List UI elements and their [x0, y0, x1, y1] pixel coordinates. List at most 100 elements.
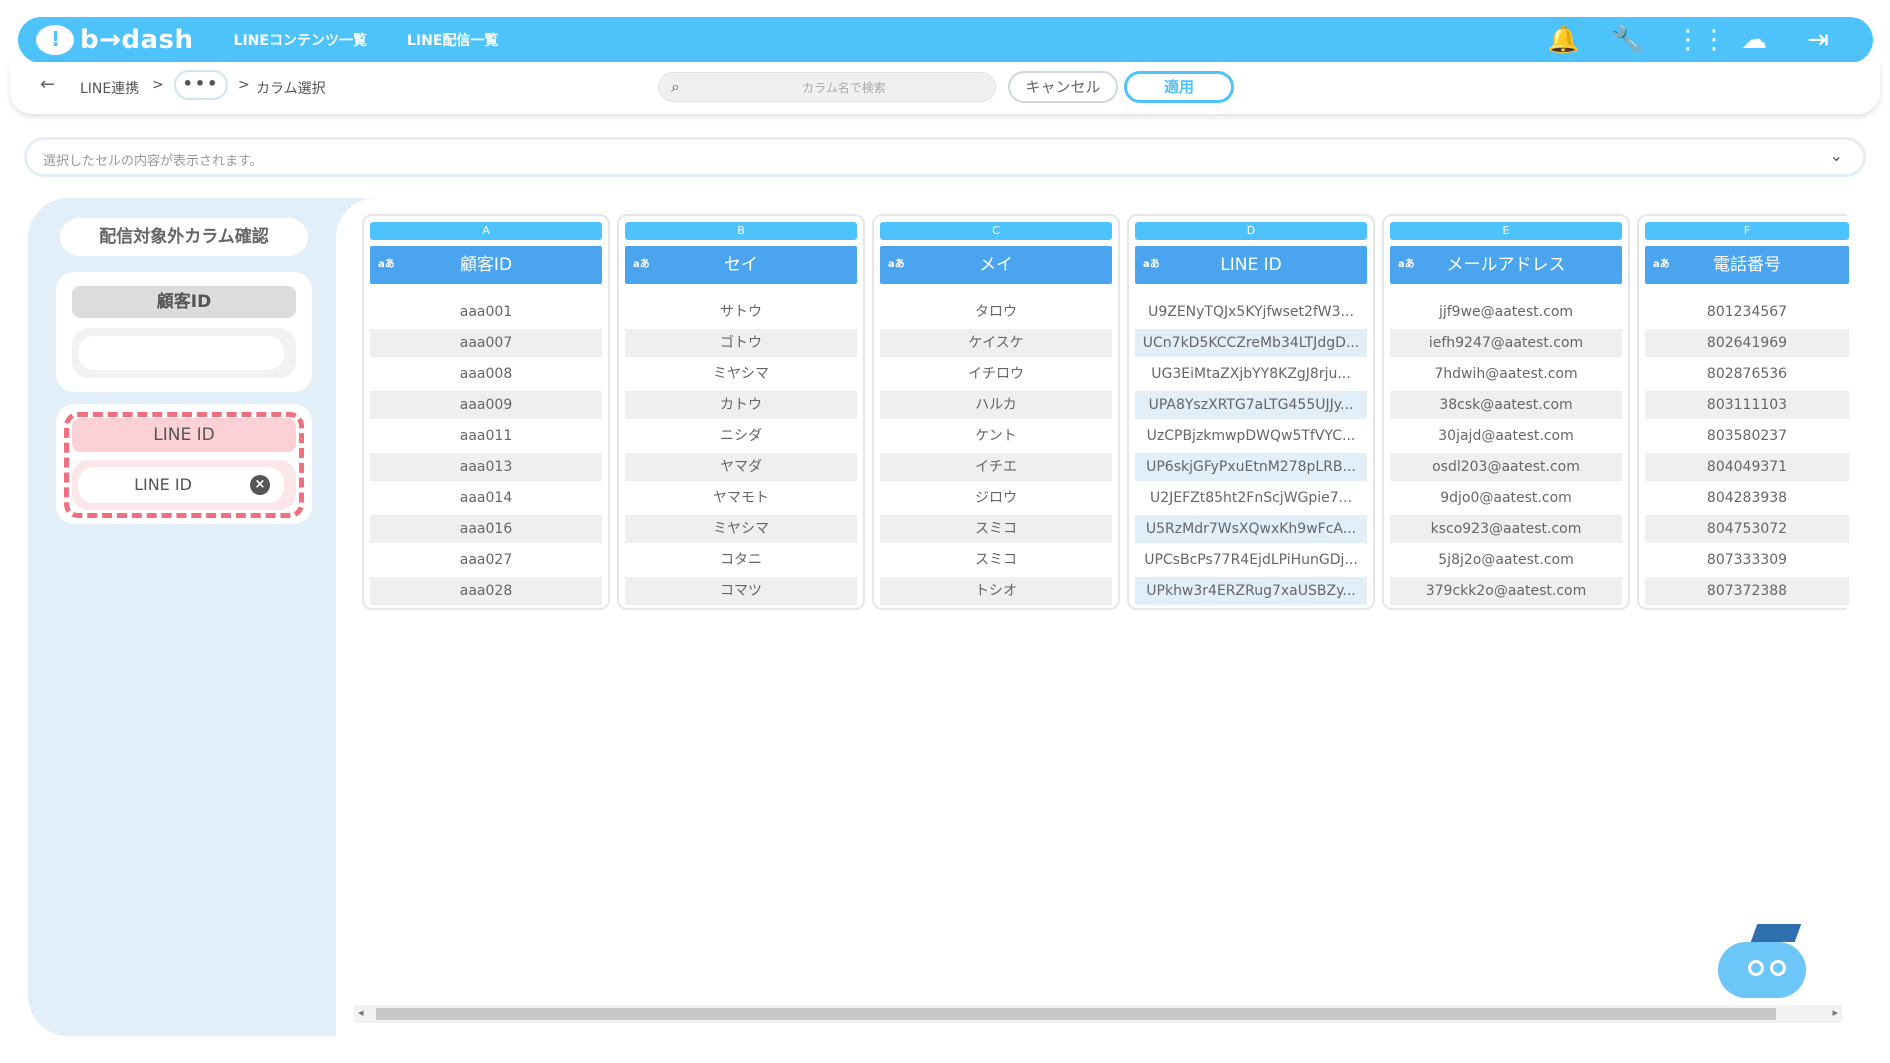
table-cell[interactable]: スミコ: [880, 515, 1112, 543]
table-cell[interactable]: UP6skjGFyPxuEtnM278pLRB...: [1135, 453, 1367, 481]
table-cell[interactable]: コタニ: [625, 546, 857, 574]
table-cell[interactable]: 807372388: [1645, 577, 1849, 605]
excluded-column-value[interactable]: [78, 336, 284, 370]
column-b[interactable]: Baあ セイ サトウ ゴトウ ミヤシマ カトウ ニシダ ヤマダ ヤマモト ミヤシマ コタニ コマツ: [617, 214, 865, 610]
logout-icon[interactable]: ⇥: [1803, 25, 1833, 55]
column-header[interactable]: aあ 顧客ID: [370, 246, 602, 284]
table-cell[interactable]: 804049371: [1645, 453, 1849, 481]
column-letter: A: [370, 222, 602, 240]
breadcrumb-more-button[interactable]: •••: [174, 70, 228, 100]
table-cell[interactable]: 30jajd@aatest.com: [1390, 422, 1622, 450]
nav-line-deliveries[interactable]: LINE配信一覧: [407, 30, 498, 50]
table-cell[interactable]: 803111103: [1645, 391, 1849, 419]
table-cell[interactable]: 804753072: [1645, 515, 1849, 543]
text-type-icon: aあ: [1653, 259, 1670, 270]
table-cell[interactable]: トシオ: [880, 577, 1112, 605]
table-cell[interactable]: ヤマモト: [625, 484, 857, 512]
grid-icon[interactable]: ⋮⋮: [1675, 25, 1727, 55]
horizontal-scrollbar[interactable]: ◂ ▸: [354, 1005, 1842, 1023]
scroll-left-icon[interactable]: ◂: [358, 1006, 364, 1019]
wrench-icon[interactable]: 🔧: [1611, 25, 1643, 55]
table-cell[interactable]: カトウ: [625, 391, 857, 419]
table-cell[interactable]: ksco923@aatest.com: [1390, 515, 1622, 543]
table-cell[interactable]: サトウ: [625, 298, 857, 326]
column-header[interactable]: aあ メールアドレス: [1390, 246, 1622, 284]
table-cell[interactable]: コマツ: [625, 577, 857, 605]
table-cell[interactable]: 38csk@aatest.com: [1390, 391, 1622, 419]
table-cell[interactable]: aaa007: [370, 329, 602, 357]
table-cell[interactable]: ジロウ: [880, 484, 1112, 512]
table-cell[interactable]: aaa001: [370, 298, 602, 326]
apply-button[interactable]: 適用: [1124, 71, 1234, 103]
table-cell[interactable]: UPA8YszXRTG7aLTG455UJJy...: [1135, 391, 1367, 419]
table-cell[interactable]: 7hdwih@aatest.com: [1390, 360, 1622, 388]
table-cell[interactable]: 9djo0@aatest.com: [1390, 484, 1622, 512]
table-cell[interactable]: aaa016: [370, 515, 602, 543]
table-cell[interactable]: ハルカ: [880, 391, 1112, 419]
support-icon[interactable]: ☁: [1739, 25, 1769, 55]
chevron-down-icon[interactable]: ⌄: [1830, 146, 1843, 165]
table-cell[interactable]: ケント: [880, 422, 1112, 450]
column-search-input[interactable]: [699, 78, 989, 98]
table-cell[interactable]: 802876536: [1645, 360, 1849, 388]
table-cell[interactable]: aaa008: [370, 360, 602, 388]
table-cell[interactable]: イチエ: [880, 453, 1112, 481]
column-header[interactable]: aあ LINE ID: [1135, 246, 1367, 284]
table-cell[interactable]: ミヤシマ: [625, 360, 857, 388]
table-cell[interactable]: 803580237: [1645, 422, 1849, 450]
table-cell[interactable]: UG3EiMtaZXjbYY8KZgJ8rju...: [1135, 360, 1367, 388]
table-cell[interactable]: ミヤシマ: [625, 515, 857, 543]
table-cell[interactable]: aaa013: [370, 453, 602, 481]
table-cell[interactable]: イチロウ: [880, 360, 1112, 388]
table-cell[interactable]: 801234567: [1645, 298, 1849, 326]
table-cell[interactable]: ケイスケ: [880, 329, 1112, 357]
table-cell[interactable]: aaa027: [370, 546, 602, 574]
excluded-column-chip[interactable]: LINE ID ×: [78, 467, 284, 503]
table-cell[interactable]: aaa014: [370, 484, 602, 512]
breadcrumb-line-integration[interactable]: LINE連携: [80, 78, 139, 98]
table-cell[interactable]: 5j8j2o@aatest.com: [1390, 546, 1622, 574]
table-cell[interactable]: 807333309: [1645, 546, 1849, 574]
table-cell[interactable]: aaa028: [370, 577, 602, 605]
column-d[interactable]: Daあ LINE ID U9ZENyTQJx5KYjfwset2fW3... UCn7…: [1127, 214, 1375, 610]
scrollbar-thumb[interactable]: [376, 1008, 1776, 1020]
table-cell[interactable]: 804283938: [1645, 484, 1849, 512]
table-cell[interactable]: スミコ: [880, 546, 1112, 574]
column-header[interactable]: aあ セイ: [625, 246, 857, 284]
table-cell[interactable]: U2JEFZt85ht2FnScjWGpie7...: [1135, 484, 1367, 512]
mascot-helper-icon[interactable]: [1714, 922, 1810, 1002]
table-cell[interactable]: UPCsBcPs77R4EjdLPiHunGDj...: [1135, 546, 1367, 574]
table-cell[interactable]: iefh9247@aatest.com: [1390, 329, 1622, 357]
table-cell[interactable]: U5RzMdr7WsXQwxKh9wFcA...: [1135, 515, 1367, 543]
table-cell[interactable]: osdl203@aatest.com: [1390, 453, 1622, 481]
table-cell[interactable]: UzCPBjzkmwpDWQw5TfVYC...: [1135, 422, 1367, 450]
column-f[interactable]: Faあ 電話番号 801234567 802641969 802876536 803111…: [1637, 214, 1849, 610]
nav-line-contents[interactable]: LINEコンテンツ一覧: [234, 30, 367, 50]
breadcrumb-column-select: カラム選択: [256, 81, 326, 97]
table-cell[interactable]: ニシダ: [625, 422, 857, 450]
table-cell[interactable]: UCn7kD5KCCZreMb34LTJdgD...: [1135, 329, 1367, 357]
table-cell[interactable]: jjf9we@aatest.com: [1390, 298, 1622, 326]
table-cell[interactable]: 379ckk2o@aatest.com: [1390, 577, 1622, 605]
excluded-column-drop-area: LINE ID ×: [72, 460, 296, 510]
cancel-button[interactable]: キャンセル: [1008, 71, 1118, 103]
table-cell[interactable]: aaa011: [370, 422, 602, 450]
table-cell[interactable]: タロウ: [880, 298, 1112, 326]
column-e[interactable]: Eaあ メールアドレス jjf9we@aatest.com iefh9247@aate…: [1382, 214, 1630, 610]
bell-icon[interactable]: 🔔: [1547, 25, 1579, 55]
table-cell[interactable]: UPkhw3r4ERZRug7xaUSBZy...: [1135, 577, 1367, 605]
column-header[interactable]: aあ 電話番号: [1645, 246, 1849, 284]
cell-preview-bar[interactable]: 選択したセルの内容が表示されます。 ⌄: [24, 137, 1866, 177]
column-a[interactable]: Aaあ 顧客ID aaa001 aaa007 aaa008 aaa009 aaa011 aaa…: [362, 214, 610, 610]
table-cell[interactable]: U9ZENyTQJx5KYjfwset2fW3...: [1135, 298, 1367, 326]
table-cell[interactable]: aaa009: [370, 391, 602, 419]
column-c[interactable]: Caあ メイ タロウ ケイスケ イチロウ ハルカ ケント イチエ ジロウ スミコ スミコ トシオ: [872, 214, 1120, 610]
column-header[interactable]: aあ メイ: [880, 246, 1112, 284]
scroll-right-icon[interactable]: ▸: [1832, 1006, 1838, 1019]
table-cell[interactable]: ヤマダ: [625, 453, 857, 481]
table-cell[interactable]: 802641969: [1645, 329, 1849, 357]
table-cell[interactable]: ゴトウ: [625, 329, 857, 357]
bdash-logo[interactable]: b→dash: [36, 25, 194, 55]
back-arrow-icon[interactable]: ←: [40, 74, 55, 95]
remove-icon[interactable]: ×: [250, 475, 270, 495]
